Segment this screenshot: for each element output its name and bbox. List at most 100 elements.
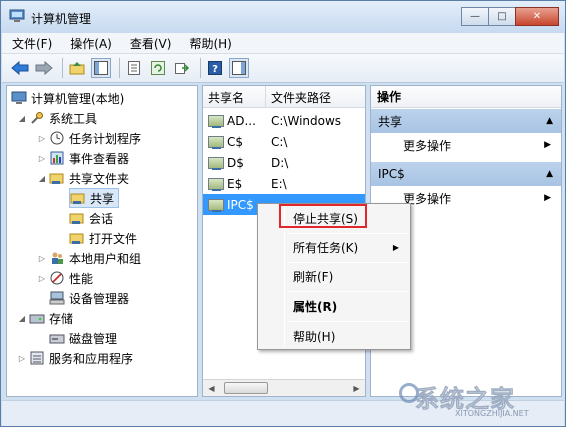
share-icon bbox=[208, 114, 224, 128]
menu-item-label: 属性(R) bbox=[293, 299, 338, 314]
tree-item-root[interactable]: 计算机管理(本地) bbox=[11, 88, 124, 108]
submenu-arrow-icon: ▶ bbox=[392, 242, 399, 252]
action-group-shares[interactable]: 共享 ▲ bbox=[371, 109, 561, 133]
tree-item-sessions[interactable]: 会话 bbox=[69, 208, 113, 228]
column-header-share-name[interactable]: 共享名 bbox=[203, 86, 266, 108]
share-name: D$ bbox=[227, 155, 244, 170]
tree-item-disk-management[interactable]: 磁盘管理 bbox=[49, 328, 117, 348]
column-header-folder-path[interactable]: 文件夹路径 bbox=[266, 86, 365, 108]
tree-item-label: 本地用户和组 bbox=[69, 251, 142, 266]
close-button[interactable]: ✕ bbox=[515, 7, 559, 26]
expand-icon[interactable]: ▷ bbox=[37, 274, 47, 283]
tree-item-label: 会话 bbox=[89, 211, 114, 226]
expand-icon[interactable]: ▷ bbox=[37, 134, 47, 143]
services-icon bbox=[29, 350, 45, 366]
collapse-icon[interactable]: ◢ bbox=[17, 114, 27, 123]
table-row[interactable]: C$ C:\ bbox=[203, 131, 365, 152]
up-folder-icon[interactable] bbox=[67, 58, 87, 78]
minimize-button[interactable]: — bbox=[461, 7, 489, 26]
show-hide-action-pane-icon[interactable] bbox=[229, 58, 249, 78]
refresh-icon[interactable] bbox=[148, 58, 168, 78]
scroll-thumb[interactable] bbox=[224, 382, 268, 394]
share-name: C$ bbox=[227, 134, 244, 149]
performance-icon bbox=[49, 270, 65, 286]
menu-separator bbox=[288, 321, 408, 322]
collapse-up-icon[interactable]: ▲ bbox=[546, 169, 553, 179]
menu-view[interactable]: 查看(V) bbox=[130, 35, 172, 52]
menu-help[interactable]: 帮助(H) bbox=[189, 35, 231, 52]
tree-item-services-apps[interactable]: ▷ 服务和应用程序 bbox=[17, 348, 133, 368]
toolbar-separator bbox=[62, 58, 63, 78]
menu-item-all-tasks[interactable]: 所有任务(K) ▶ bbox=[261, 236, 407, 258]
menu-item-properties[interactable]: 属性(R) bbox=[261, 295, 407, 317]
tree-item-system-tools[interactable]: ◢ 系统工具 bbox=[17, 108, 97, 128]
share-name: AD... bbox=[227, 113, 256, 128]
export-icon[interactable] bbox=[172, 58, 192, 78]
tree-item-shared-folders[interactable]: ◢ 共享文件夹 bbox=[37, 168, 129, 188]
tree-item-label: 服务和应用程序 bbox=[49, 351, 134, 366]
toolbar: ? bbox=[2, 54, 564, 83]
storage-icon bbox=[29, 310, 45, 326]
share-folder-icon bbox=[70, 190, 86, 206]
tree-item-label: 计算机管理(本地) bbox=[31, 91, 125, 106]
action-group-label: IPC$ bbox=[378, 167, 405, 181]
expand-icon[interactable]: ▷ bbox=[37, 154, 47, 163]
action-group-ipc[interactable]: IPC$ ▲ bbox=[371, 162, 561, 186]
context-menu: 停止共享(S) 所有任务(K) ▶ 刷新(F) 属性(R) 帮助(H) bbox=[257, 203, 411, 350]
table-row[interactable]: D$ D:\ bbox=[203, 152, 365, 173]
collapse-icon[interactable]: ◢ bbox=[37, 174, 47, 183]
svg-text:?: ? bbox=[212, 64, 218, 75]
window-title: 计算机管理 bbox=[31, 12, 92, 26]
action-group-label: 共享 bbox=[378, 114, 403, 129]
tree-item-label: 磁盘管理 bbox=[69, 331, 118, 346]
horizontal-scrollbar[interactable]: ◀ ▶ bbox=[203, 379, 365, 396]
computer-management-icon bbox=[9, 9, 25, 22]
properties-icon[interactable] bbox=[124, 58, 144, 78]
forward-arrow-icon[interactable] bbox=[34, 58, 54, 78]
users-icon bbox=[49, 250, 65, 266]
menu-separator bbox=[288, 291, 408, 292]
show-hide-tree-icon[interactable] bbox=[91, 58, 111, 78]
console-tree-pane[interactable]: 计算机管理(本地) ◢ 系统工具 ▷ 任务计划程序 ▷ 事件查看器 ◢ 共享文件… bbox=[6, 85, 198, 397]
tree-item-storage[interactable]: ◢ 存储 bbox=[17, 308, 73, 328]
tree-item-local-users[interactable]: ▷ 本地用户和组 bbox=[37, 248, 141, 268]
scroll-left-icon[interactable]: ◀ bbox=[203, 380, 220, 396]
title-bar[interactable]: 计算机管理 — □ ✕ bbox=[1, 1, 565, 33]
event-viewer-icon bbox=[49, 150, 65, 166]
tree-item-shares[interactable]: 共享 bbox=[69, 188, 120, 208]
help-icon[interactable]: ? bbox=[205, 58, 225, 78]
table-row[interactable]: AD... C:\Windows bbox=[203, 110, 365, 131]
back-arrow-icon[interactable] bbox=[10, 58, 30, 78]
menu-action[interactable]: 操作(A) bbox=[70, 35, 112, 52]
menu-item-help[interactable]: 帮助(H) bbox=[261, 325, 407, 347]
table-row[interactable]: E$ E:\ bbox=[203, 173, 365, 194]
tree-item-task-scheduler[interactable]: ▷ 任务计划程序 bbox=[37, 128, 141, 148]
tree-item-device-manager[interactable]: 设备管理器 bbox=[49, 288, 129, 308]
folder-path: C:\Windows bbox=[271, 113, 342, 128]
menu-file[interactable]: 文件(F) bbox=[12, 35, 52, 52]
computer-icon bbox=[11, 90, 27, 106]
shared-folder-icon bbox=[49, 170, 65, 186]
submenu-arrow-icon: ▶ bbox=[544, 193, 551, 203]
expand-icon[interactable]: ▷ bbox=[17, 354, 27, 363]
menu-item-refresh[interactable]: 刷新(F) bbox=[261, 265, 407, 287]
window-controls: — □ ✕ bbox=[461, 7, 559, 27]
tree-item-label: 事件查看器 bbox=[69, 151, 130, 166]
expand-icon[interactable]: ▷ bbox=[37, 254, 47, 263]
tools-icon bbox=[29, 110, 45, 126]
tree-item-label: 性能 bbox=[69, 271, 94, 286]
disk-icon bbox=[49, 330, 65, 346]
tree-item-open-files[interactable]: 打开文件 bbox=[69, 228, 137, 248]
share-icon bbox=[208, 156, 224, 170]
maximize-button[interactable]: □ bbox=[488, 7, 516, 26]
share-name: IPC$ bbox=[227, 197, 254, 212]
tree-item-performance[interactable]: ▷ 性能 bbox=[37, 268, 93, 288]
scroll-track[interactable] bbox=[220, 380, 348, 396]
menu-item-stop-sharing[interactable]: 停止共享(S) bbox=[261, 207, 407, 229]
scroll-right-icon[interactable]: ▶ bbox=[348, 380, 365, 396]
collapse-icon[interactable]: ◢ bbox=[17, 314, 27, 323]
collapse-up-icon[interactable]: ▲ bbox=[546, 116, 553, 126]
menu-separator bbox=[288, 233, 408, 234]
action-more-actions[interactable]: 更多操作 ▶ bbox=[371, 133, 561, 157]
tree-item-event-viewer[interactable]: ▷ 事件查看器 bbox=[37, 148, 129, 168]
